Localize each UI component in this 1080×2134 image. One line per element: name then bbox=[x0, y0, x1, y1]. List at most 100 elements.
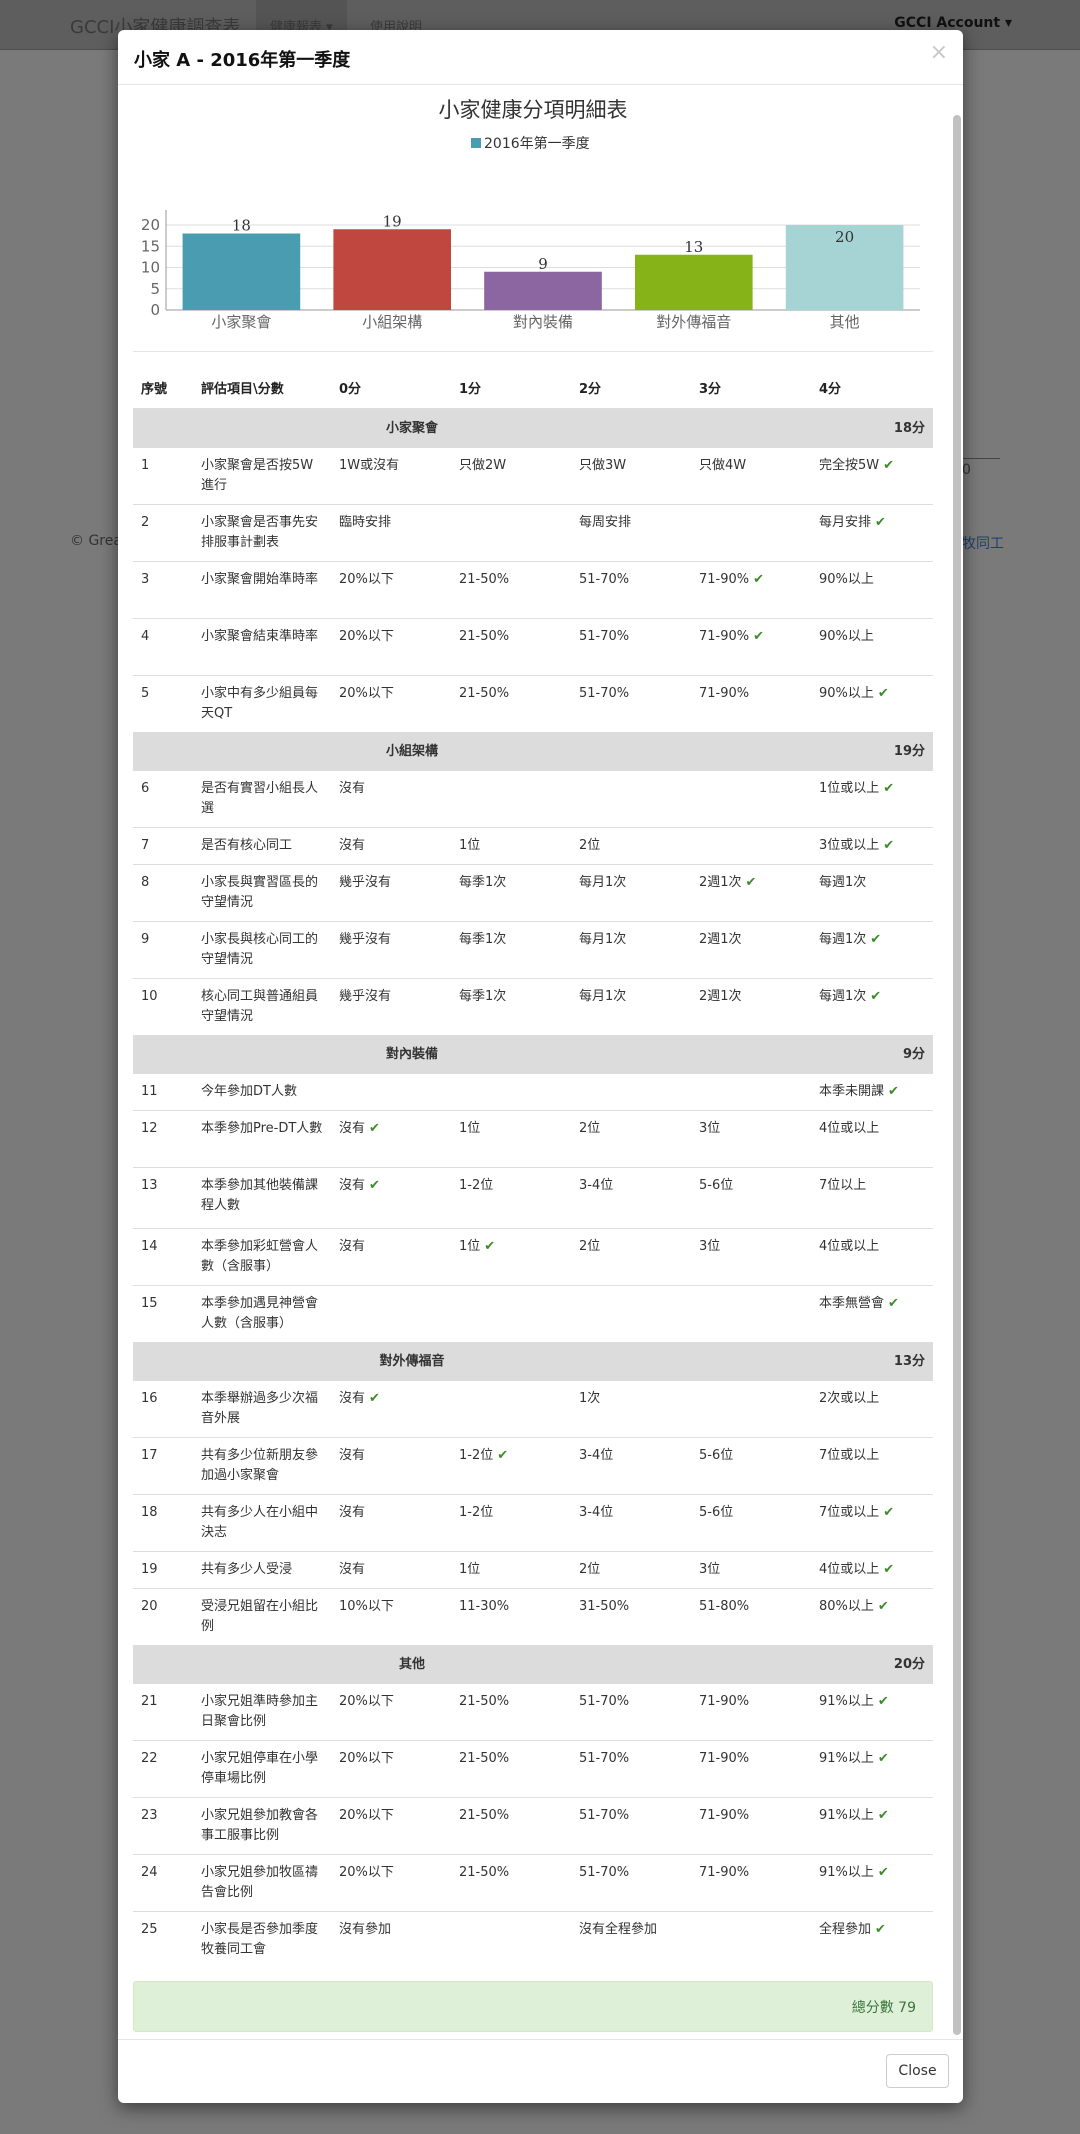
score-cell-text: 幾乎沒有 bbox=[339, 989, 392, 1004]
bar-1 bbox=[333, 229, 452, 310]
score-cell-text: 2位 bbox=[579, 1562, 601, 1577]
row-item: 小家長與實習區長的守望情況 bbox=[193, 864, 331, 922]
check-icon: ✔ bbox=[497, 1448, 509, 1463]
score-cell-text: 1位 bbox=[459, 1562, 481, 1577]
section-score: 20分 bbox=[691, 1645, 933, 1684]
section-row: 其他 20分 bbox=[133, 1645, 933, 1684]
table-row: 17 共有多少位新朋友參加過小家聚會 沒有 1-2位 ✔ 3-4位 5-6位 7位或以上 bbox=[133, 1437, 933, 1495]
row-item: 本季參加彩虹營會人數（含服事） bbox=[193, 1228, 331, 1286]
score-cell: 1-2位 bbox=[451, 1494, 571, 1552]
scrollbar-thumb[interactable] bbox=[953, 115, 961, 2035]
score-cell-text: 每季1次 bbox=[459, 989, 507, 1004]
score-cell-text: 21-50% bbox=[459, 1751, 510, 1766]
score-cell-text: 90%以上 bbox=[819, 629, 874, 644]
score-cell-text: 只做2W bbox=[459, 458, 507, 473]
row-number: 24 bbox=[133, 1854, 193, 1912]
score-cell-text: 51-70% bbox=[579, 1808, 630, 1823]
score-cell bbox=[571, 770, 691, 828]
score-cell: 2週1次 bbox=[691, 921, 811, 979]
close-button[interactable]: Close bbox=[886, 2054, 949, 2088]
score-cell bbox=[691, 1380, 811, 1438]
score-cell-text: 沒有參加 bbox=[339, 1922, 392, 1937]
score-cell bbox=[451, 770, 571, 828]
score-cell: 51-70% bbox=[571, 1797, 691, 1855]
score-cell-text: 21-50% bbox=[459, 1865, 510, 1880]
score-cell-text: 91%以上 bbox=[819, 1751, 874, 1766]
row-item: 共有多少位新朋友參加過小家聚會 bbox=[193, 1437, 331, 1495]
row-number: 1 bbox=[133, 447, 193, 505]
score-cell: 沒有 bbox=[331, 1494, 451, 1552]
check-icon: ✔ bbox=[369, 1121, 380, 1136]
score-cell: 本季未開課 ✔ bbox=[811, 1073, 933, 1111]
footer-link[interactable]: 牧同工 bbox=[962, 533, 1004, 553]
score-cell: 每月安排 ✔ bbox=[811, 504, 933, 562]
score-cell-text: 21-50% bbox=[459, 686, 510, 701]
score-cell: 幾乎沒有 bbox=[331, 864, 451, 922]
modal-header: 小家 A - 2016年第一季度 × bbox=[118, 30, 963, 85]
row-item: 是否有核心同工 bbox=[193, 827, 331, 865]
score-cell-text: 只做4W bbox=[699, 458, 747, 473]
score-cell bbox=[451, 1073, 571, 1111]
score-cell-text: 51-80% bbox=[699, 1599, 750, 1614]
score-cell-text: 沒有 bbox=[339, 1178, 366, 1193]
score-cell: 1位 bbox=[451, 827, 571, 865]
row-item: 本季參加Pre-DT人數 bbox=[193, 1110, 331, 1168]
score-cell-text: 51-70% bbox=[579, 1751, 630, 1766]
row-number: 18 bbox=[133, 1494, 193, 1552]
col-header: 1分 bbox=[451, 370, 571, 410]
score-cell: 5-6位 bbox=[691, 1494, 811, 1552]
score-cell: 沒有參加 bbox=[331, 1911, 451, 1969]
score-cell: 每季1次 bbox=[451, 921, 571, 979]
table-row: 10 核心同工與普通組員守望情況 幾乎沒有 每季1次 每月1次 2週1次 每週1次 ✔ bbox=[133, 978, 933, 1036]
score-bar-chart: 小家健康分項明細表 2016年第一季度 0 5 10 15 20 18 小家聚會 19 小組架構 9 對… bbox=[141, 98, 920, 331]
modal-scrollbar[interactable] bbox=[952, 85, 962, 2035]
score-cell: 3位或以上 ✔ bbox=[811, 827, 933, 865]
score-cell-text: 11-30% bbox=[459, 1599, 510, 1614]
row-number: 15 bbox=[133, 1285, 193, 1343]
score-cell: 20%以下 bbox=[331, 1683, 451, 1741]
row-number: 10 bbox=[133, 978, 193, 1036]
account-menu[interactable]: GCCI Account ▾ bbox=[894, 15, 1012, 31]
score-cell: 1位 ✔ bbox=[451, 1228, 571, 1286]
score-cell-text: 80%以上 bbox=[819, 1599, 874, 1614]
score-cell-text: 90%以上 bbox=[819, 572, 874, 587]
table-header-row: 序號 評估項目\分數 0分 1分 2分 3分 4分 bbox=[133, 370, 933, 410]
score-cell: 2位 bbox=[571, 827, 691, 865]
score-cell-text: 3-4位 bbox=[579, 1505, 614, 1520]
score-cell-text: 71-90% bbox=[699, 1751, 750, 1766]
table-row: 20 受浸兄姐留在小組比例 10%以下 11-30% 31-50% 51-80% 80%以上… bbox=[133, 1588, 933, 1646]
table-row: 2 小家聚會是否事先安排服事計劃表 臨時安排 每周安排 每月安排 ✔ bbox=[133, 504, 933, 562]
account-label: GCCI Account bbox=[894, 15, 1001, 31]
score-cell-text: 51-70% bbox=[579, 572, 630, 587]
row-item: 小家兄姐參加牧區禱告會比例 bbox=[193, 1854, 331, 1912]
x-tick-label: 小家聚會 bbox=[211, 313, 271, 331]
score-cell: 1-2位 ✔ bbox=[451, 1437, 571, 1495]
row-number: 5 bbox=[133, 675, 193, 733]
score-cell: 3-4位 bbox=[571, 1494, 691, 1552]
score-cell: 71-90% ✔ bbox=[691, 618, 811, 676]
score-cell bbox=[691, 827, 811, 865]
score-cell: 51-70% bbox=[571, 675, 691, 733]
score-cell-text: 21-50% bbox=[459, 629, 510, 644]
score-cell: 2次或以上 bbox=[811, 1380, 933, 1438]
score-cell: 只做3W bbox=[571, 447, 691, 505]
score-cell-text: 20%以下 bbox=[339, 1808, 394, 1823]
score-cell-text: 20%以下 bbox=[339, 686, 394, 701]
score-cell: 21-50% bbox=[451, 1740, 571, 1798]
row-item: 小家兄姐停車在小學停車場比例 bbox=[193, 1740, 331, 1798]
score-cell: 沒有全程參加 bbox=[571, 1911, 691, 1969]
score-cell-text: 4位或以上 bbox=[819, 1121, 880, 1136]
y-tick-label: 0 bbox=[150, 301, 160, 319]
score-cell-text: 7位以上 bbox=[819, 1178, 867, 1193]
score-cell: 4位或以上 ✔ bbox=[811, 1551, 933, 1589]
score-table-body: 小家聚會 18分 1 小家聚會是否按5W進行 1W或沒有 只做2W 只做3W 只做4W 完全按5… bbox=[133, 408, 933, 1969]
row-number: 22 bbox=[133, 1740, 193, 1798]
score-cell: 每月1次 bbox=[571, 921, 691, 979]
close-icon[interactable]: × bbox=[930, 42, 948, 64]
score-cell bbox=[691, 1285, 811, 1343]
score-cell: 21-50% bbox=[451, 618, 571, 676]
score-table: 序號 評估項目\分數 0分 1分 2分 3分 4分 小家聚會 18分 1 小家聚會是否… bbox=[133, 370, 933, 1969]
score-cell: 3位 bbox=[691, 1228, 811, 1286]
y-tick-label: 20 bbox=[141, 216, 160, 234]
data-label: 13 bbox=[684, 238, 703, 256]
